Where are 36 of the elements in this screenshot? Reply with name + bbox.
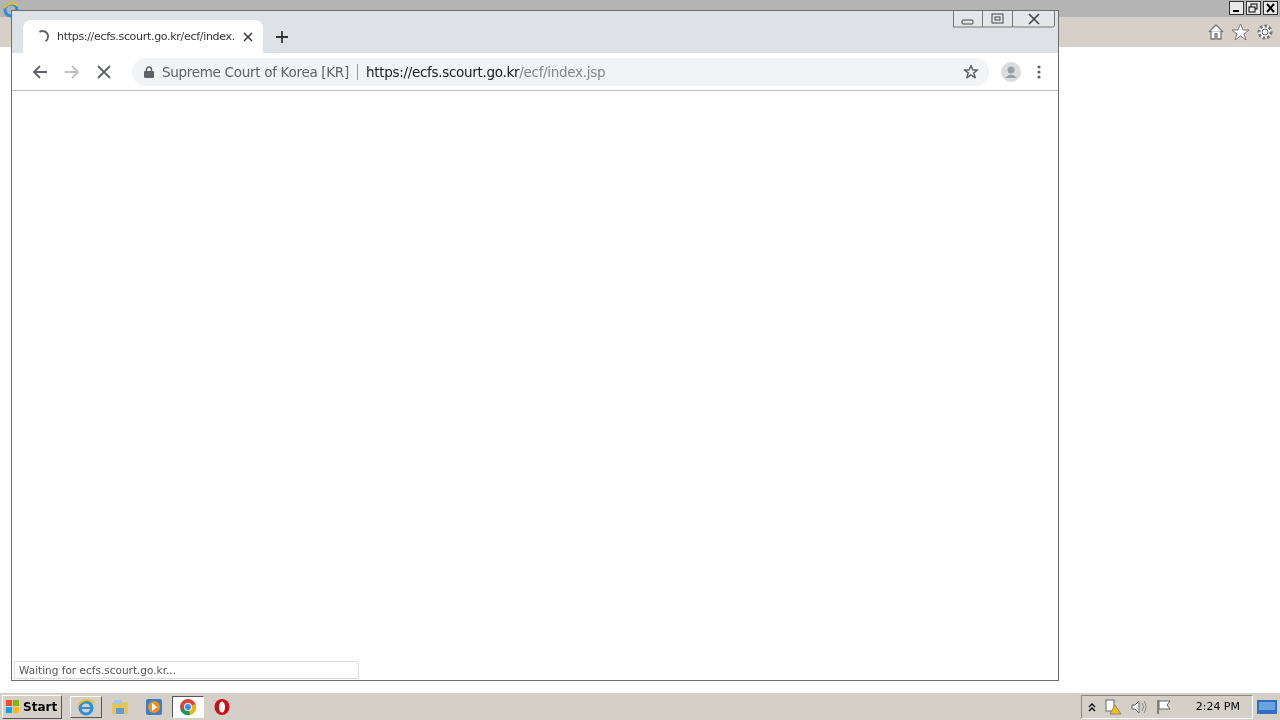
- stop-loading-icon[interactable]: [97, 64, 111, 79]
- loading-spinner-icon: [36, 30, 49, 43]
- start-button[interactable]: Start: [2, 694, 63, 719]
- profile-avatar-icon[interactable]: [1001, 61, 1021, 82]
- bookmark-star-icon[interactable]: [963, 63, 979, 80]
- ie-logo-icon: [77, 697, 96, 716]
- lock-icon: [144, 65, 154, 78]
- ie-taskbar-button[interactable]: [70, 695, 103, 718]
- menu-icon[interactable]: [1037, 64, 1041, 79]
- url-text: https://ecfs.scourt.go.kr/ecf/index.jsp: [365, 63, 606, 80]
- ie-logo-icon: [3, 2, 19, 18]
- minimize-button[interactable]: [1229, 1, 1244, 15]
- chrome-taskbar-button[interactable]: [172, 695, 205, 718]
- show-hidden-icons-icon[interactable]: [1087, 701, 1096, 712]
- close-button[interactable]: [1263, 1, 1278, 15]
- back-arrow-icon[interactable]: [32, 63, 48, 80]
- restore-button[interactable]: [1246, 1, 1261, 15]
- chrome-logo-icon: [179, 697, 198, 716]
- clock[interactable]: 2:24 PM: [1195, 700, 1240, 713]
- site-identity: Supreme Court of Korea [KR]: [162, 63, 349, 80]
- opera-taskbar-button[interactable]: [213, 697, 232, 716]
- home-icon[interactable]: [1207, 23, 1225, 41]
- new-tab-button[interactable]: [275, 30, 289, 44]
- show-desktop-icon[interactable]: [1257, 698, 1277, 715]
- close-button[interactable]: [1013, 11, 1055, 28]
- flag-icon[interactable]: [1155, 698, 1172, 715]
- speaker-icon[interactable]: [1129, 698, 1148, 715]
- favorites-star-icon[interactable]: [1231, 23, 1250, 41]
- browser-tab[interactable]: https://ecfs.scourt.go.kr/ecf/index.: [23, 20, 263, 53]
- status-bubble: Waiting for ecfs.scourt.go.kr...: [14, 661, 359, 679]
- network-warning-icon[interactable]: [1103, 698, 1122, 715]
- settings-icon[interactable]: [1256, 23, 1274, 41]
- address-bar[interactable]: Supreme Court of Korea [KR] https://ecfs.scourt.go.kr/ecf/index.jsp: [132, 57, 989, 86]
- windows-logo-icon: [5, 699, 21, 714]
- media-player-taskbar-button[interactable]: [145, 697, 164, 716]
- close-tab-icon[interactable]: [243, 31, 253, 42]
